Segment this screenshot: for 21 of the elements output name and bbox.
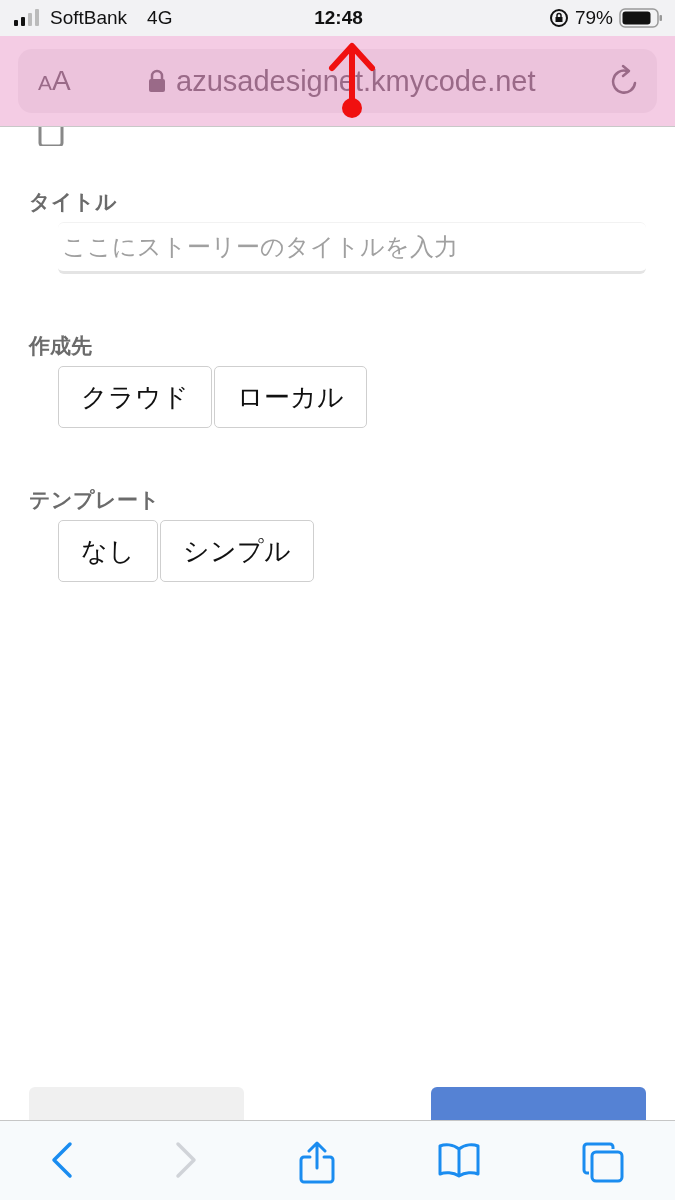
- option-button[interactable]: なし: [58, 520, 158, 582]
- share-icon[interactable]: [298, 1141, 337, 1185]
- signal-icon: [14, 9, 42, 27]
- tabs-icon[interactable]: [580, 1141, 625, 1183]
- battery-icon: [619, 8, 663, 28]
- field-label: 作成先: [29, 333, 92, 359]
- network-type: 4G: [147, 7, 173, 29]
- rotation-lock-icon: [549, 8, 569, 28]
- option-button[interactable]: シンプル: [160, 520, 314, 582]
- title-input[interactable]: ここにストーリーのタイトルを入力: [58, 222, 646, 274]
- clock-time: 12:48: [314, 7, 363, 29]
- book-icon[interactable]: [436, 1141, 481, 1179]
- carrier-name: SoftBank: [50, 7, 128, 29]
- lock-icon: [148, 69, 166, 93]
- option-button[interactable]: クラウド: [58, 366, 212, 428]
- field-label: タイトル: [29, 189, 117, 215]
- document-icon: [38, 126, 64, 146]
- battery-percent: 79%: [575, 7, 613, 29]
- option-button[interactable]: ローカル: [214, 366, 367, 428]
- back-icon[interactable]: [50, 1141, 75, 1179]
- field-label: テンプレート: [29, 487, 160, 513]
